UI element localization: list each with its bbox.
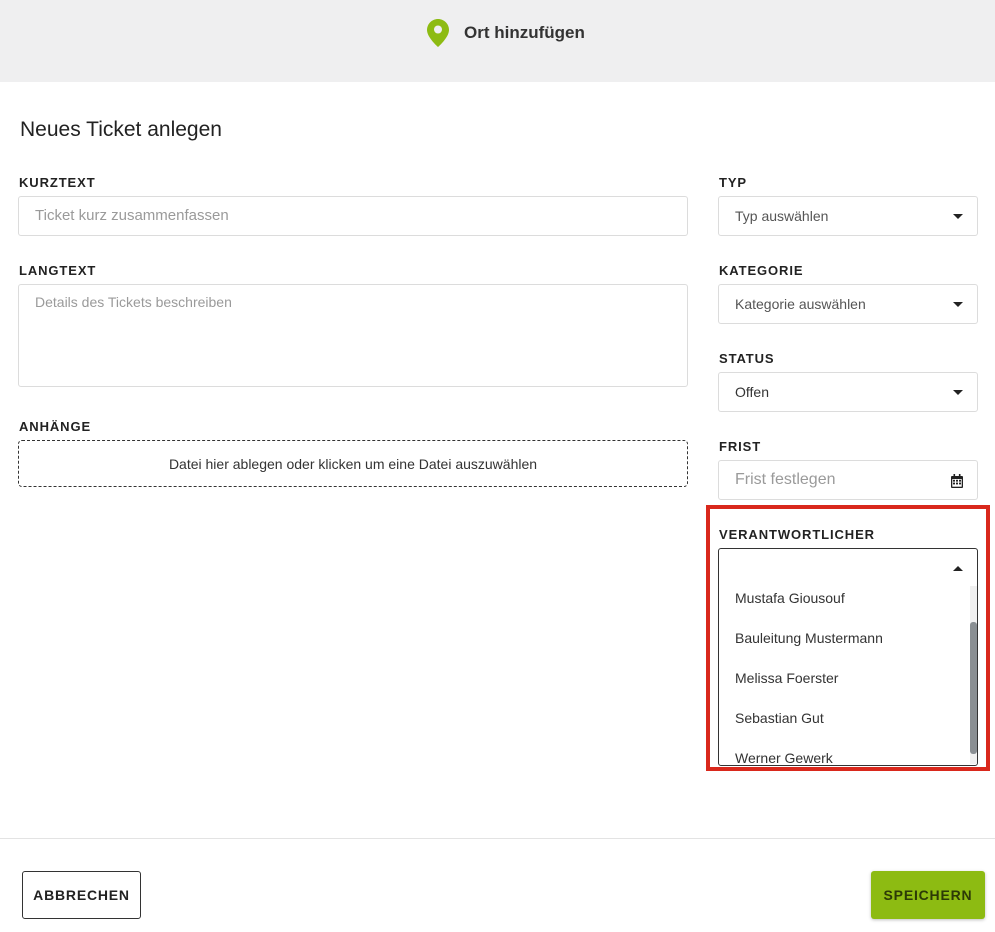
add-location-label: Ort hinzufügen (464, 23, 585, 42)
frist-label: FRIST (719, 439, 762, 454)
langtext-textarea[interactable]: Details des Tickets beschreiben (18, 284, 688, 387)
typ-label: TYP (719, 175, 747, 190)
highlight-box (706, 505, 990, 771)
kurztext-label: KURZTEXT (19, 175, 96, 190)
kategorie-select[interactable]: Kategorie auswählen (718, 284, 978, 324)
chevron-down-icon (953, 390, 963, 395)
kategorie-placeholder: Kategorie auswählen (735, 296, 866, 312)
cancel-button[interactable]: ABBRECHEN (22, 871, 141, 919)
chevron-down-icon (953, 302, 963, 307)
kurztext-placeholder: Ticket kurz zusammenfassen (35, 207, 229, 224)
footer-divider (0, 838, 995, 839)
page-title: Neues Ticket anlegen (20, 118, 222, 141)
kategorie-label: KATEGORIE (719, 263, 804, 278)
top-bar: Ort hinzufügen (0, 0, 995, 82)
langtext-placeholder: Details des Tickets beschreiben (35, 294, 232, 310)
calendar-icon[interactable] (951, 474, 963, 488)
frist-date-input[interactable]: Frist festlegen (718, 460, 978, 500)
kurztext-input[interactable]: Ticket kurz zusammenfassen (18, 196, 688, 236)
typ-select[interactable]: Typ auswählen (718, 196, 978, 236)
frist-placeholder: Frist festlegen (735, 471, 836, 488)
status-select[interactable]: Offen (718, 372, 978, 412)
dropzone-text: Datei hier ablegen oder klicken um eine … (168, 455, 538, 472)
map-pin-icon (427, 19, 449, 47)
chevron-down-icon (953, 214, 963, 219)
status-label: STATUS (719, 351, 775, 366)
anhaenge-label: ANHÄNGE (19, 419, 92, 434)
langtext-label: LANGTEXT (19, 263, 97, 278)
status-value: Offen (735, 384, 769, 400)
typ-placeholder: Typ auswählen (735, 208, 829, 224)
add-location-button[interactable]: Ort hinzufügen (427, 19, 585, 47)
file-dropzone[interactable]: Datei hier ablegen oder klicken um eine … (18, 440, 688, 487)
save-button[interactable]: SPEICHERN (871, 871, 985, 919)
